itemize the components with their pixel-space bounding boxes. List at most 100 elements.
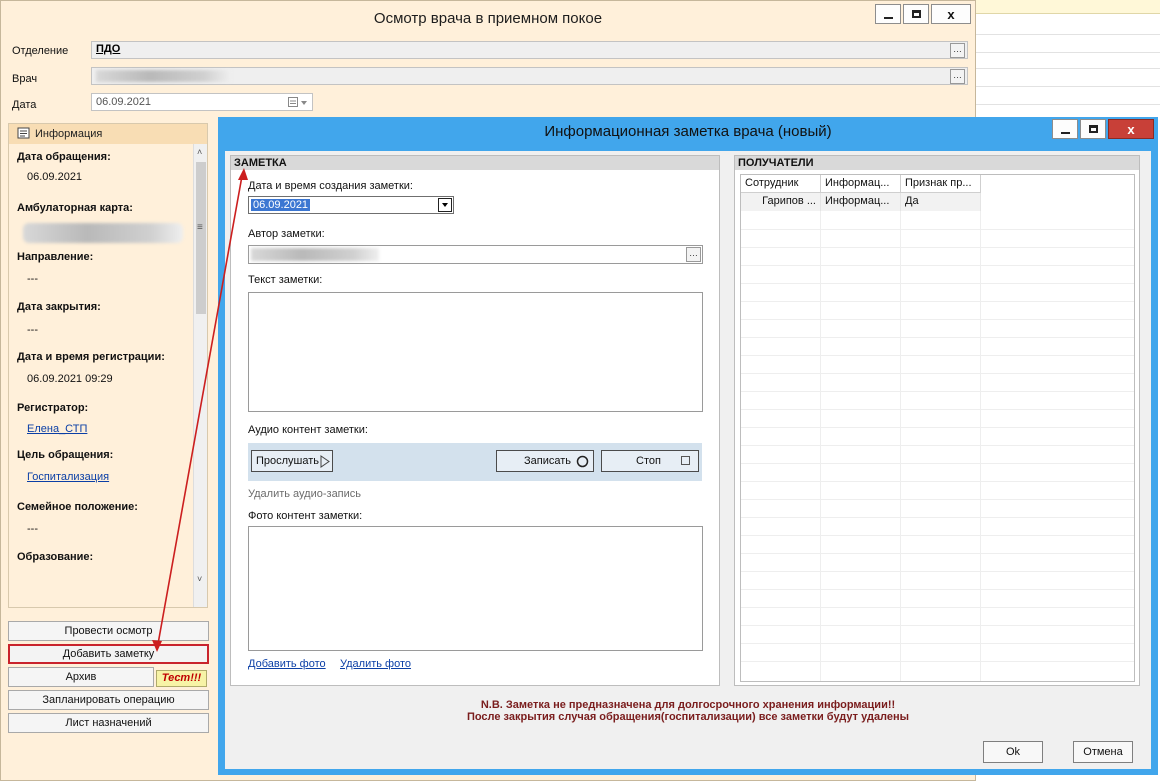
department-field[interactable]: ПДО … <box>91 41 968 59</box>
grid-line <box>741 247 1134 248</box>
info-panel: Информация Дата обращения: 06.09.2021 Ам… <box>8 123 208 608</box>
info-item-title: Амбулаторная карта: <box>17 202 133 214</box>
grid-line <box>741 661 1134 662</box>
purpose-link[interactable]: Госпитализация <box>27 471 109 483</box>
grid-line <box>741 355 1134 356</box>
test-badge: Тест!!! <box>156 670 207 687</box>
info-panel-scrollbar[interactable]: ˄ ≡ ˅ <box>193 144 207 607</box>
scroll-up-icon[interactable]: ˄ <box>197 147 202 157</box>
grid-line <box>741 535 1134 536</box>
department-value: ПДО <box>96 43 121 55</box>
grid-header-info[interactable]: Информац... <box>821 175 901 193</box>
text-label: Текст заметки: <box>248 274 323 286</box>
cancel-button[interactable]: Отмена <box>1073 741 1133 763</box>
examine-button[interactable]: Провести осмотр <box>8 621 209 641</box>
stop-audio-button[interactable]: Стоп <box>601 450 699 472</box>
grid-line <box>741 607 1134 608</box>
grid-line <box>741 337 1134 338</box>
grid-header-flag[interactable]: Признак пр... <box>901 175 981 193</box>
maximize-icon <box>911 10 921 18</box>
registrar-link[interactable]: Елена_СТП <box>27 423 87 435</box>
warning-line-1: N.B. Заметка не предназначена для долгос… <box>480 699 896 711</box>
scrollbar-thumb[interactable] <box>196 162 206 314</box>
info-item-value: 06.09.2021 09:29 <box>27 373 113 385</box>
note-dialog-title: Информационная заметка врача (новый) <box>544 123 832 140</box>
stop-audio-label: Стоп <box>636 455 661 467</box>
note-dialog-body: ЗАМЕТКА Дата и время создания заметки: 0… <box>225 151 1151 769</box>
note-dialog: Информационная заметка врача (новый) x З… <box>218 117 1158 775</box>
author-select-button[interactable]: … <box>686 247 701 262</box>
close-icon: x <box>947 6 955 22</box>
note-dialog-title-bar[interactable]: Информационная заметка врача (новый) x <box>218 117 1158 151</box>
grid-line <box>741 265 1134 266</box>
grid-line <box>741 229 1134 230</box>
play-icon <box>320 455 330 468</box>
close-icon: x <box>1127 121 1135 137</box>
department-label: Отделение <box>12 45 69 57</box>
info-item-title: Дата обращения: <box>17 151 111 163</box>
info-item-value-redacted <box>23 223 183 243</box>
main-title-bar[interactable]: Осмотр врача в приемном покое x <box>1 1 975 35</box>
photo-area[interactable] <box>248 526 703 651</box>
dialog-minimize-button[interactable] <box>1052 119 1078 139</box>
play-audio-button[interactable]: Прослушать <box>251 450 333 472</box>
ok-button[interactable]: Ok <box>983 741 1043 763</box>
created-datetime-combo[interactable]: 06.09.2021 <box>248 196 454 214</box>
plan-operation-button[interactable]: Запланировать операцию <box>8 690 209 710</box>
info-item-title: Дата и время регистрации: <box>17 351 165 363</box>
table-row-cell[interactable]: Информац... <box>821 193 901 211</box>
add-photo-link[interactable]: Добавить фото <box>248 658 326 670</box>
recipients-grid: Сотрудник Информац... Признак пр... Гари… <box>740 174 1135 682</box>
dialog-maximize-button[interactable] <box>1080 119 1106 139</box>
delete-photo-link[interactable]: Удалить фото <box>340 658 411 670</box>
table-row-cell[interactable]: Гарипов ... <box>741 193 821 211</box>
info-item-value: --- <box>27 523 38 535</box>
add-note-button[interactable]: Добавить заметку <box>8 644 209 664</box>
grid-line <box>741 391 1134 392</box>
note-section: ЗАМЕТКА Дата и время создания заметки: 0… <box>230 155 720 686</box>
grid-line <box>741 373 1134 374</box>
info-panel-header[interactable]: Информация <box>9 124 207 144</box>
grid-line <box>741 301 1134 302</box>
record-audio-button[interactable]: Записать <box>496 450 594 472</box>
grid-line <box>741 643 1134 644</box>
calendar-dropdown-icon[interactable] <box>288 97 310 108</box>
grid-line <box>741 319 1134 320</box>
grid-header-employee[interactable]: Сотрудник <box>741 175 821 193</box>
doctor-field[interactable]: … <box>91 67 968 85</box>
chevron-down-icon[interactable] <box>438 198 452 212</box>
recipients-section: ПОЛУЧАТЕЛИ Сотрудник Информац... Признак… <box>734 155 1140 686</box>
grid-line <box>741 445 1134 446</box>
background-window-line <box>976 34 1160 35</box>
scroll-down-icon[interactable]: ˅ <box>197 574 202 584</box>
delete-audio-link[interactable]: Удалить аудио-запись <box>248 488 361 500</box>
grid-line <box>741 517 1134 518</box>
date-field[interactable]: 06.09.2021 <box>91 93 313 111</box>
maximize-icon <box>1088 125 1098 133</box>
background-window-line <box>976 68 1160 69</box>
record-audio-label: Записать <box>523 455 571 467</box>
minimize-button[interactable] <box>875 4 901 24</box>
doctor-select-button[interactable]: … <box>950 69 965 84</box>
record-icon <box>576 455 589 468</box>
author-field[interactable]: … <box>248 245 703 264</box>
scroll-grip-icon: ≡ <box>197 222 203 233</box>
table-row-cell[interactable]: Да <box>901 193 981 211</box>
main-window-title: Осмотр врача в приемном покое <box>373 10 603 27</box>
grid-line <box>741 283 1134 284</box>
archive-button[interactable]: Архив <box>8 667 154 687</box>
grid-line <box>741 589 1134 590</box>
info-item-title: Образование: <box>17 551 94 563</box>
background-window-line <box>976 86 1160 87</box>
grid-line <box>980 175 981 681</box>
maximize-button[interactable] <box>903 4 929 24</box>
close-button[interactable]: x <box>931 4 971 24</box>
date-value: 06.09.2021 <box>96 96 152 108</box>
prescriptions-button[interactable]: Лист назначений <box>8 713 209 733</box>
grid-line <box>741 625 1134 626</box>
background-window-line <box>976 52 1160 53</box>
dialog-close-button[interactable]: x <box>1108 119 1154 139</box>
note-text-area[interactable] <box>248 292 703 412</box>
department-select-button[interactable]: … <box>950 43 965 58</box>
warning-line-2: После закрытия случая обращения(госпитал… <box>466 711 910 723</box>
